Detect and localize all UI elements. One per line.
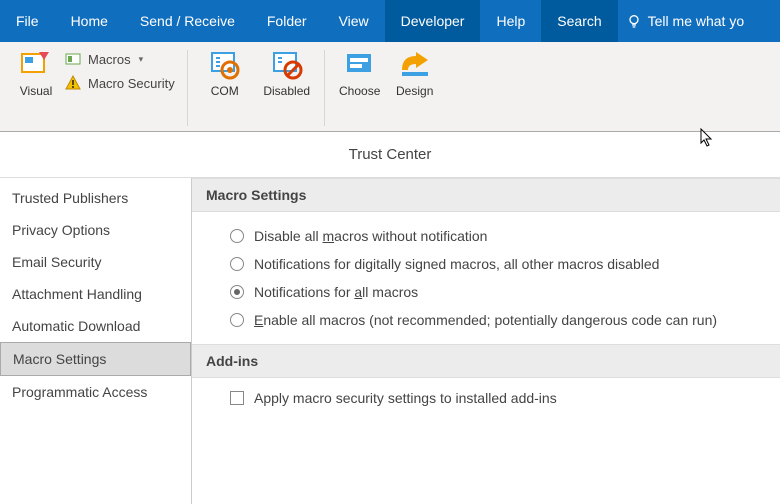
macros-button[interactable]: Macros ▾	[60, 48, 179, 70]
visual-basic-button[interactable]: Visual	[12, 46, 60, 126]
macro-option-1[interactable]: Notifications for digitally signed macro…	[230, 250, 770, 278]
apply-macro-security-checkbox[interactable]: Apply macro security settings to install…	[192, 378, 780, 416]
tell-me-search[interactable]: Tell me what yo	[618, 0, 752, 42]
macro-option-label: Disable all macros without notification	[254, 228, 487, 244]
apply-macro-security-label: Apply macro security settings to install…	[254, 390, 557, 406]
tab-developer[interactable]: Developer	[385, 0, 481, 42]
macro-option-label: Notifications for digitally signed macro…	[254, 256, 659, 272]
design-form-button[interactable]: Design	[389, 46, 441, 126]
ribbon-separator	[324, 50, 325, 126]
trust-center-content: Macro Settings Disable all macros withou…	[192, 178, 780, 504]
dialog-title: Trust Center	[0, 132, 780, 178]
choose-form-label: Choose	[339, 84, 380, 98]
macro-option-0[interactable]: Disable all macros without notification	[230, 222, 770, 250]
radio-icon	[230, 285, 244, 299]
ribbon-separator	[187, 50, 188, 126]
trust-center-dialog: Trust Center Trusted Publishers Privacy …	[0, 131, 780, 504]
macro-settings-options: Disable all macros without notification N…	[192, 212, 780, 344]
macro-settings-header: Macro Settings	[192, 178, 780, 212]
macro-option-label: Notifications for all macros	[254, 284, 418, 300]
nav-automatic-download[interactable]: Automatic Download	[0, 310, 191, 342]
design-form-icon	[398, 48, 432, 82]
macros-label: Macros	[88, 52, 131, 67]
nav-macro-settings[interactable]: Macro Settings	[0, 342, 191, 376]
tab-folder[interactable]: Folder	[251, 0, 323, 42]
tab-file[interactable]: File	[0, 0, 55, 42]
lightbulb-icon	[626, 13, 642, 29]
warning-icon	[64, 74, 82, 92]
macro-option-3[interactable]: Enable all macros (not recommended; pote…	[230, 306, 770, 334]
choose-form-button[interactable]: Choose	[333, 46, 387, 126]
radio-icon	[230, 313, 244, 327]
checkbox-icon	[230, 391, 244, 405]
tab-send-receive[interactable]: Send / Receive	[124, 0, 251, 42]
radio-icon	[230, 229, 244, 243]
group-addins: COM Disabled	[190, 46, 322, 126]
group-forms: Choose Design	[327, 46, 447, 126]
disabled-items-icon	[270, 48, 304, 82]
visual-basic-icon	[19, 48, 53, 82]
macro-option-label: Enable all macros (not recommended; pote…	[254, 312, 717, 328]
dropdown-caret-icon: ▾	[139, 54, 144, 65]
macro-option-2[interactable]: Notifications for all macros	[230, 278, 770, 306]
com-addins-button[interactable]: COM	[196, 46, 254, 126]
macros-icon	[64, 50, 82, 68]
group-code: Visual Macros ▾ Macro Security	[6, 46, 185, 126]
com-addins-label: COM	[211, 84, 239, 98]
visual-basic-label: Visual	[20, 84, 52, 98]
ribbon-content: Visual Macros ▾ Macro Security COM	[0, 42, 780, 132]
tab-help[interactable]: Help	[480, 0, 541, 42]
nav-email-security[interactable]: Email Security	[0, 246, 191, 278]
nav-attachment-handling[interactable]: Attachment Handling	[0, 278, 191, 310]
disabled-items-label: Disabled	[263, 84, 310, 98]
radio-icon	[230, 257, 244, 271]
tab-view[interactable]: View	[323, 0, 385, 42]
macro-security-label: Macro Security	[88, 76, 175, 91]
nav-programmatic-access[interactable]: Programmatic Access	[0, 376, 191, 408]
macro-security-button[interactable]: Macro Security	[60, 72, 179, 94]
tab-home[interactable]: Home	[55, 0, 124, 42]
addins-header: Add-ins	[192, 344, 780, 378]
choose-form-icon	[343, 48, 377, 82]
trust-center-nav: Trusted Publishers Privacy Options Email…	[0, 178, 192, 504]
nav-privacy-options[interactable]: Privacy Options	[0, 214, 191, 246]
com-addins-icon	[208, 48, 242, 82]
nav-trusted-publishers[interactable]: Trusted Publishers	[0, 182, 191, 214]
disabled-items-button[interactable]: Disabled	[258, 46, 316, 126]
tab-search[interactable]: Search	[541, 0, 617, 42]
tell-me-label: Tell me what yo	[648, 13, 744, 29]
design-form-label: Design	[396, 84, 433, 98]
ribbon-tabs: File Home Send / Receive Folder View Dev…	[0, 0, 780, 42]
